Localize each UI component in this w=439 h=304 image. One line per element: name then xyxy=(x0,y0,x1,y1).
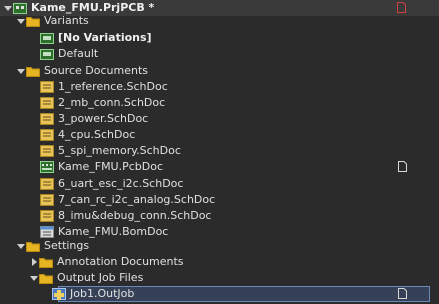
bomdoc-icon xyxy=(40,226,54,238)
collapse-arrow-icon[interactable] xyxy=(16,63,26,79)
collapse-arrow-icon[interactable] xyxy=(16,238,26,254)
document-icon xyxy=(398,288,407,299)
source-documents-label: Source Documents xyxy=(44,64,148,77)
document-item[interactable]: 5_spi_memory.SchDoc xyxy=(0,143,439,159)
document-item[interactable]: 1_reference.SchDoc xyxy=(0,79,439,95)
document-label: 1_reference.SchDoc xyxy=(58,80,168,93)
document-label: 3_power.SchDoc xyxy=(58,112,149,125)
pcbdoc-icon xyxy=(40,161,54,173)
document-label: 8_imu&debug_conn.SchDoc xyxy=(58,209,212,222)
variant-label: [No Variations] xyxy=(58,31,152,44)
variant-label: Default xyxy=(58,47,99,60)
folder-icon xyxy=(26,240,40,252)
schdoc-icon xyxy=(40,145,54,157)
outjob-icon xyxy=(52,288,66,300)
document-label: 6_uart_esc_i2c.SchDoc xyxy=(58,177,184,190)
document-item[interactable]: 2_mb_conn.SchDoc xyxy=(0,95,439,111)
variants-label: Variants xyxy=(44,14,89,27)
annotation-documents-folder[interactable]: Annotation Documents xyxy=(0,254,439,270)
output-job-files-folder[interactable]: Output Job Files xyxy=(0,270,439,286)
outjob-label: Job1.OutJob xyxy=(70,287,135,300)
modified-document-icon xyxy=(397,2,406,13)
collapse-arrow-icon[interactable] xyxy=(16,13,26,29)
document-icon xyxy=(398,161,407,172)
expand-arrow-icon[interactable] xyxy=(29,254,39,270)
variant-icon xyxy=(40,32,54,44)
document-label: 5_spi_memory.SchDoc xyxy=(58,144,181,157)
variant-item[interactable]: Default xyxy=(0,46,439,62)
document-item[interactable]: 3_power.SchDoc xyxy=(0,111,439,127)
folder-icon xyxy=(39,256,53,268)
document-item[interactable]: 6_uart_esc_i2c.SchDoc xyxy=(0,176,439,192)
folder-icon xyxy=(39,272,53,284)
document-label: 2_mb_conn.SchDoc xyxy=(58,96,166,109)
collapse-arrow-icon[interactable] xyxy=(29,270,39,286)
folder-icon xyxy=(26,65,40,77)
schdoc-icon xyxy=(40,81,54,93)
document-item[interactable]: Kame_FMU.PcbDoc xyxy=(0,159,439,175)
projects-panel: Kame_FMU.PrjPCB * Variants [No Variation… xyxy=(0,0,439,304)
schdoc-icon xyxy=(40,210,54,222)
document-label: 4_cpu.SchDoc xyxy=(58,128,136,141)
document-item[interactable]: 4_cpu.SchDoc xyxy=(0,127,439,143)
annotation-documents-label: Annotation Documents xyxy=(57,255,184,268)
schdoc-icon xyxy=(40,113,54,125)
document-item[interactable]: 8_imu&debug_conn.SchDoc xyxy=(0,208,439,224)
document-label: Kame_FMU.PcbDoc xyxy=(58,160,164,173)
document-item[interactable]: 7_can_rc_i2c_analog.SchDoc xyxy=(0,192,439,208)
settings-folder[interactable]: Settings xyxy=(0,238,439,254)
schdoc-icon xyxy=(40,194,54,206)
output-job-files-label: Output Job Files xyxy=(57,271,144,284)
variants-folder[interactable]: Variants xyxy=(0,13,439,29)
folder-icon xyxy=(26,15,40,27)
schdoc-icon xyxy=(40,97,54,109)
variant-icon xyxy=(40,48,54,60)
source-documents-folder[interactable]: Source Documents xyxy=(0,63,439,79)
schdoc-icon xyxy=(40,129,54,141)
variant-item[interactable]: [No Variations] xyxy=(0,30,439,46)
schdoc-icon xyxy=(40,178,54,190)
outjob-item[interactable]: Job1.OutJob xyxy=(0,286,439,302)
document-label: 7_can_rc_i2c_analog.SchDoc xyxy=(58,193,216,206)
settings-label: Settings xyxy=(44,239,90,252)
